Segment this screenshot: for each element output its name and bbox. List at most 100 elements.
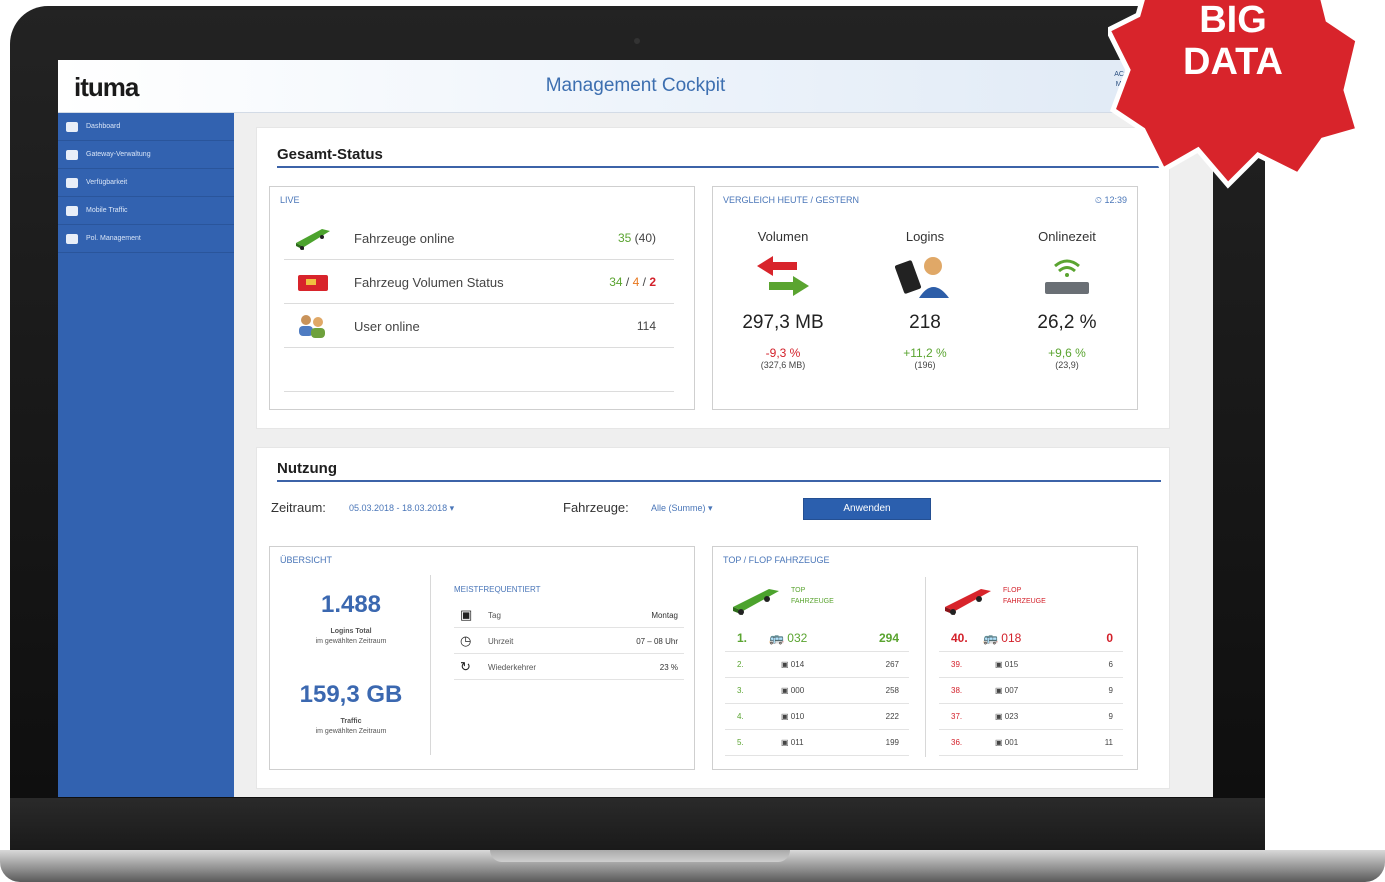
comparison-onlinezeit: Onlinezeit 26,2 % +9,6 % (23,9) — [997, 229, 1137, 370]
bus-icon: 🚌 — [769, 631, 784, 645]
network-icon — [66, 149, 78, 160]
rank: 1. — [737, 631, 748, 645]
vehicle-value: 0 — [1106, 631, 1113, 645]
nutzung-section: Nutzung Zeitraum: 05.03.2018 - 18.03.201… — [256, 447, 1170, 789]
sidebar-item-availability[interactable]: Verfügbarkeit — [58, 169, 234, 197]
refresh-icon: ↻ — [460, 659, 471, 674]
flop-heading: FLOP FAHRZEUGE — [1003, 587, 1046, 605]
row-label: User online — [354, 319, 420, 334]
vehicle-name: 🚌 018 — [983, 631, 1022, 645]
badge-line1: BIG — [1199, 0, 1267, 41]
sidebar-item-pol-management[interactable]: Pol. Management — [58, 225, 234, 253]
vehicle-value: 6 — [1108, 660, 1113, 669]
traffic-caption: Traffic im gewählten Zeitraum — [315, 718, 387, 735]
vehicle-value: 258 — [885, 686, 899, 695]
logins-caption: Logins Total im gewählten Zeitraum — [315, 628, 387, 645]
users-icon — [299, 315, 325, 338]
comparison-panel: VERGLEICH HEUTE / GESTERN ⏲ 12:39 Volume… — [712, 186, 1138, 410]
sidebar-item-label: Pol. Management — [86, 235, 141, 242]
badge-line2: DATA — [1183, 41, 1283, 83]
vehicle-value: 9 — [1108, 712, 1113, 721]
apply-button[interactable]: Anwenden — [803, 498, 931, 520]
list-item: User online 114 — [284, 303, 674, 348]
live-panel: LIVE Fahrzeuge online 35 (40) Fahrzeug V… — [269, 186, 695, 410]
camera — [634, 38, 640, 44]
bus-red-icon — [945, 589, 991, 615]
vehicle-name: ▣ 023 — [995, 712, 1019, 721]
overview-panel: ÜBERSICHT 1.488 Logins Total im gewählten… — [269, 546, 695, 770]
sidebar-item-gateway[interactable]: Gateway-Verwaltung — [58, 141, 234, 169]
row-value: 114 — [636, 319, 656, 333]
row-label: Fahrzeug Volumen Status — [354, 275, 504, 290]
comparison-logins: Logins 218 +11,2 % (196) — [855, 229, 995, 370]
vehicle-name: ▣ 007 — [995, 686, 1019, 695]
gesamt-status-section: Gesamt-Status LIVE Fahrzeuge online 35 (… — [256, 127, 1170, 429]
section-title: Gesamt-Status — [277, 146, 383, 163]
row-value: 23 % — [659, 663, 678, 672]
column-change: -9,3 % — [765, 346, 801, 360]
list-item: Fahrzeug Volumen Status 34 / 4 / 2 — [284, 259, 674, 304]
list-item: ↻ Wiederkehrer 23 % — [454, 655, 684, 680]
sidebar-item-label: Verfügbarkeit — [86, 179, 128, 186]
comparison-volumen: Volumen 297,3 MB -9,3 % (327,6 MB) — [713, 229, 853, 370]
main-content: Gesamt-Status LIVE Fahrzeuge online 35 (… — [234, 113, 1213, 797]
rank: 36. — [951, 738, 963, 747]
table-row: 39. ▣ 015 6 — [939, 651, 1123, 678]
table-row: 36. ▣ 001 11 — [939, 729, 1123, 756]
panel-label: ÜBERSICHT — [280, 555, 333, 565]
vertical-divider — [925, 577, 926, 757]
rank: 38. — [951, 686, 963, 695]
row-value: 35 (40) — [617, 231, 656, 245]
row-value: Montag — [651, 611, 678, 620]
bus-icon: 🚌 — [983, 631, 998, 645]
table-row: 40. 🚌 018 0 — [939, 625, 1123, 652]
laptop-chin — [10, 798, 1265, 850]
section-divider — [277, 166, 1161, 168]
vehicle-value: 11 — [1104, 738, 1113, 747]
panel-label: VERGLEICH HEUTE / GESTERN — [723, 195, 860, 205]
shield-icon — [66, 233, 78, 244]
top-heading: TOP FAHRZEUGE — [791, 587, 834, 605]
vehicle-name: ▣ 000 — [781, 686, 805, 695]
page-title: Management Cockpit — [545, 75, 726, 96]
column-previous: (196) — [914, 360, 936, 370]
row-label: Wiederkehrer — [488, 663, 537, 672]
table-row: 37. ▣ 023 9 — [939, 703, 1123, 730]
app-header: ituma Management Cockpit ACCESS Musterkr — [58, 60, 1213, 113]
sidebar-item-dashboard[interactable]: Dashboard — [58, 113, 234, 141]
sidebar-item-label: Gateway-Verwaltung — [86, 151, 151, 158]
rank: 4. — [737, 712, 744, 721]
row-value: 34 / 4 / 2 — [609, 275, 656, 289]
vertical-divider — [430, 575, 431, 755]
transfer-arrows-icon — [757, 256, 809, 296]
row-label: Fahrzeuge online — [354, 231, 455, 246]
rank: 39. — [951, 660, 963, 669]
section-divider — [277, 480, 1161, 482]
sidebar-item-label: Mobile Traffic — [86, 207, 128, 214]
vehicle-name: ▣ 001 — [995, 738, 1019, 747]
vehicle-value: 222 — [885, 712, 899, 721]
bus-icon: ▣ — [995, 738, 1003, 747]
column-value: 26,2 % — [1037, 312, 1097, 333]
list-item: ▣ Tag Montag — [454, 603, 684, 628]
vehicle-value: 9 — [1108, 686, 1113, 695]
row-value: 07 – 08 Uhr — [636, 637, 678, 646]
vehicle-name: ▣ 010 — [781, 712, 805, 721]
rank: 37. — [951, 712, 963, 721]
bus-icon: ▣ — [781, 738, 789, 747]
fahrzeuge-dropdown[interactable]: Alle (Summe) ▾ — [651, 503, 713, 514]
sidebar-item-mobile-traffic[interactable]: Mobile Traffic — [58, 197, 234, 225]
user-tablet-icon — [895, 257, 949, 298]
card-red-icon — [298, 275, 328, 291]
bus-icon: ▣ — [995, 686, 1003, 695]
fahrzeuge-label: Fahrzeuge: — [563, 500, 629, 515]
clock-icon: ⏲ — [1094, 195, 1102, 205]
calendar-icon: ▣ — [460, 607, 473, 622]
column-value: 297,3 MB — [742, 312, 824, 333]
column-value: 218 — [909, 312, 941, 333]
bus-green-icon — [733, 589, 779, 615]
zeitraum-dropdown[interactable]: 05.03.2018 - 18.03.2018 ▾ — [349, 503, 454, 514]
zeitraum-label: Zeitraum: — [271, 500, 326, 515]
table-row: 38. ▣ 007 9 — [939, 677, 1123, 704]
clock-icon: ◷ — [460, 633, 472, 648]
